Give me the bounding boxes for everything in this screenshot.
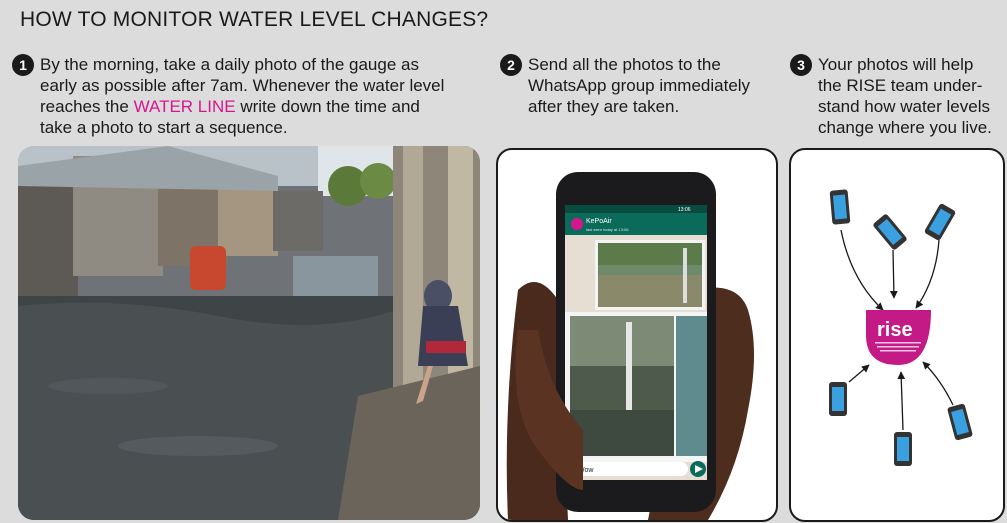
water-line-highlight: WATER LINE — [133, 97, 236, 116]
phone-icon — [873, 214, 907, 250]
flood-photo — [18, 146, 480, 520]
step-3-number: 3 — [790, 54, 812, 76]
rise-diagram-panel: rise — [789, 148, 1005, 522]
phone-icon — [947, 403, 973, 441]
step-1-text: By the morning, take a daily photo of th… — [40, 55, 445, 137]
step-1-number: 1 — [12, 54, 34, 76]
phone-icon — [924, 203, 956, 241]
status-time: 13:06 — [678, 207, 691, 213]
rise-diagram: rise — [829, 189, 973, 466]
phone-icon — [894, 432, 912, 466]
phone-icon — [829, 382, 847, 416]
chat-name: KePoAir — [586, 218, 612, 225]
step-2-number: 2 — [500, 54, 522, 76]
chat-subtitle: last seen today at 13:06 — [586, 227, 629, 232]
chat-avatar — [571, 218, 583, 230]
flood-scene-image — [18, 146, 480, 520]
phone-panel: KePoAir last seen today at 13:06 13:06 W… — [496, 148, 778, 522]
step-3-text: Your photos will help the RISE team unde… — [818, 55, 992, 137]
phone-icon — [829, 189, 851, 225]
rise-logo-text: rise — [877, 319, 913, 341]
phone-illustration: KePoAir last seen today at 13:06 13:06 W… — [506, 172, 754, 520]
page-title: HOW TO MONITOR WATER LEVEL CHANGES? — [20, 8, 489, 31]
step-2-text: Send all the photos to the WhatsApp grou… — [528, 55, 751, 116]
